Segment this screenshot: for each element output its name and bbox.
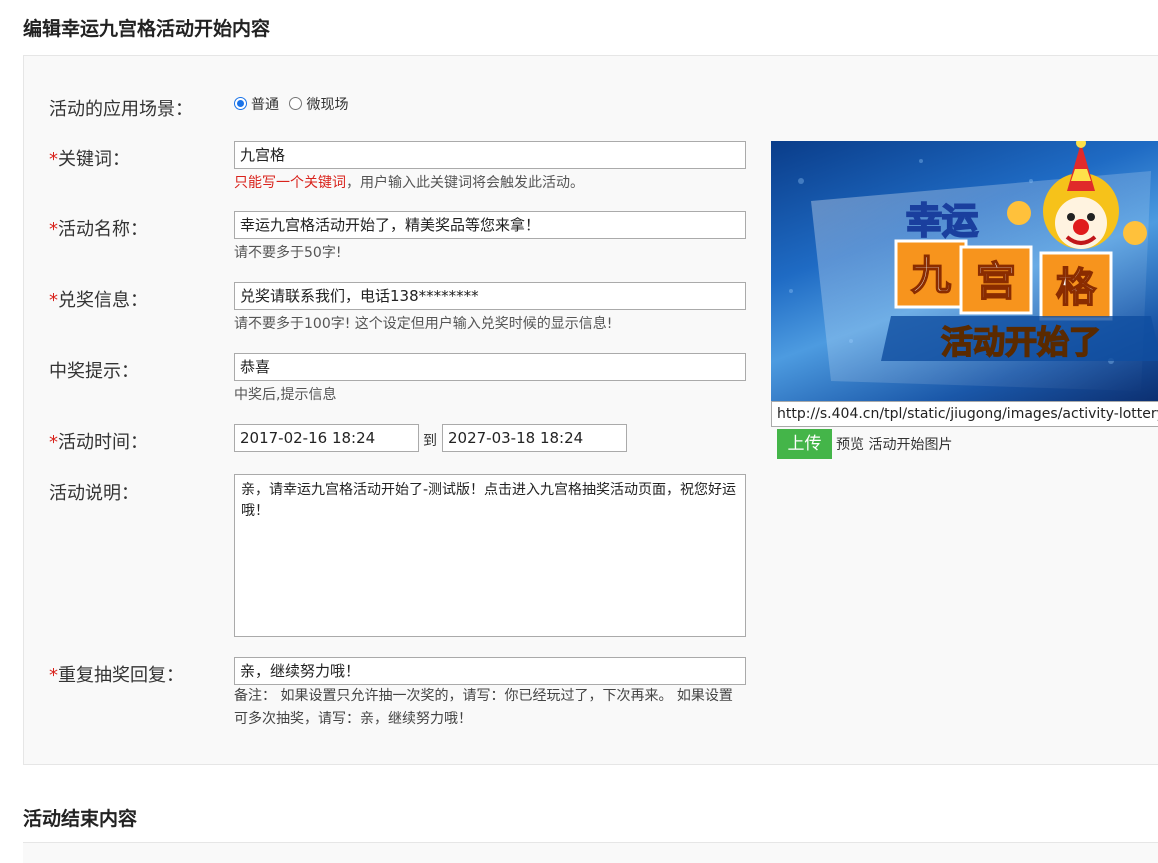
- scene-radio-live[interactable]: [289, 97, 303, 110]
- image-text-lucky: 幸运: [906, 201, 978, 242]
- keyword-input[interactable]: 九宫格: [234, 141, 746, 169]
- activity-name-hint: 请不要多于50字!: [234, 245, 342, 261]
- image-tile-2: 宫: [959, 245, 1033, 315]
- prize-info-hint: 请不要多于100字! 这个设定但用户输入兑奖时候的显示信息!: [234, 316, 613, 332]
- image-tile-3: 格: [1039, 251, 1113, 321]
- image-text-start: 活动开始了: [941, 323, 1101, 361]
- prize-info-input[interactable]: 兑奖请联系我们，电话138********: [234, 282, 746, 310]
- start-image-art: 幸运 九 宫 格 活动开始了: [789, 141, 1158, 391]
- image-preview-row: 预览 活动开始图片: [836, 434, 952, 454]
- prize-info-label-text: 兑奖信息：: [58, 290, 148, 311]
- required-mark: *: [49, 432, 58, 453]
- page-title: 编辑幸运九宫格活动开始内容: [23, 18, 271, 40]
- keyword-hint: 只能写一个关键词，用户输入此关键词将会触发此活动。: [234, 172, 584, 192]
- scene-option-live: 微现场: [306, 97, 349, 113]
- scene-option-normal: 普通: [251, 97, 279, 113]
- image-tile-3-text: 格: [1056, 265, 1097, 311]
- upload-button[interactable]: 上传: [777, 429, 832, 459]
- win-tip-label: 中奖提示：: [49, 361, 139, 382]
- name-label-text: 活动名称：: [58, 219, 148, 240]
- keyword-hint-text: ，用户输入此关键词将会触发此活动。: [346, 175, 584, 191]
- time-label-text: 活动时间：: [58, 432, 148, 453]
- image-url-input[interactable]: http://s.404.cn/tpl/static/jiugong/image…: [771, 401, 1158, 427]
- scene-radio-normal[interactable]: [234, 97, 247, 110]
- activity-name-input[interactable]: 幸运九宫格活动开始了，精美奖品等您来拿！: [234, 211, 746, 239]
- time-to-label: 到: [423, 433, 437, 449]
- end-section-title: 活动结束内容: [23, 808, 138, 830]
- keyword-label: *关键词：: [49, 145, 130, 171]
- keyword-label-text: 关键词：: [58, 149, 130, 170]
- prize-info-label: *兑奖信息：: [49, 286, 148, 312]
- required-mark: *: [49, 149, 58, 170]
- image-tile-1: 九: [894, 239, 968, 309]
- end-time-input[interactable]: 2027-03-18 18:24: [442, 424, 627, 452]
- repeat-reply-label: *重复抽奖回复：: [49, 661, 184, 687]
- end-content-panel: [23, 842, 1158, 863]
- scene-label: 活动的应用场景：: [49, 99, 193, 120]
- image-caption: 活动开始图片: [868, 437, 953, 453]
- required-mark: *: [49, 290, 58, 311]
- required-mark: *: [49, 665, 58, 686]
- win-tip-hint: 中奖后,提示信息: [234, 387, 337, 403]
- image-tile-2-text: 宫: [976, 259, 1016, 305]
- scene-radio-group: 普通 微现场: [234, 94, 354, 114]
- repeat-reply-input[interactable]: 亲，继续努力哦！: [234, 657, 746, 685]
- description-textarea[interactable]: 亲，请幸运九宫格活动开始了-测试版！点击进入九宫格抽奖活动页面，祝您好运哦！: [234, 474, 746, 637]
- start-image: 幸运 九 宫 格 活动开始了: [771, 141, 1158, 401]
- desc-label: 活动说明：: [49, 483, 139, 504]
- image-tile-1-text: 九: [911, 253, 951, 299]
- name-label: *活动名称：: [49, 215, 148, 241]
- required-mark: *: [49, 219, 58, 240]
- time-label: *活动时间：: [49, 428, 148, 454]
- preview-link[interactable]: 预览: [836, 437, 864, 453]
- start-time-input[interactable]: 2017-02-16 18:24: [234, 424, 419, 452]
- repeat-reply-note: 备注： 如果设置只允许抽一次奖的，请写：你已经玩过了，下次再来。 如果设置可多次…: [234, 688, 733, 727]
- repeat-reply-label-text: 重复抽奖回复：: [58, 665, 184, 686]
- keyword-hint-red: 只能写一个关键词: [234, 175, 346, 191]
- win-tip-input[interactable]: 恭喜: [234, 353, 746, 381]
